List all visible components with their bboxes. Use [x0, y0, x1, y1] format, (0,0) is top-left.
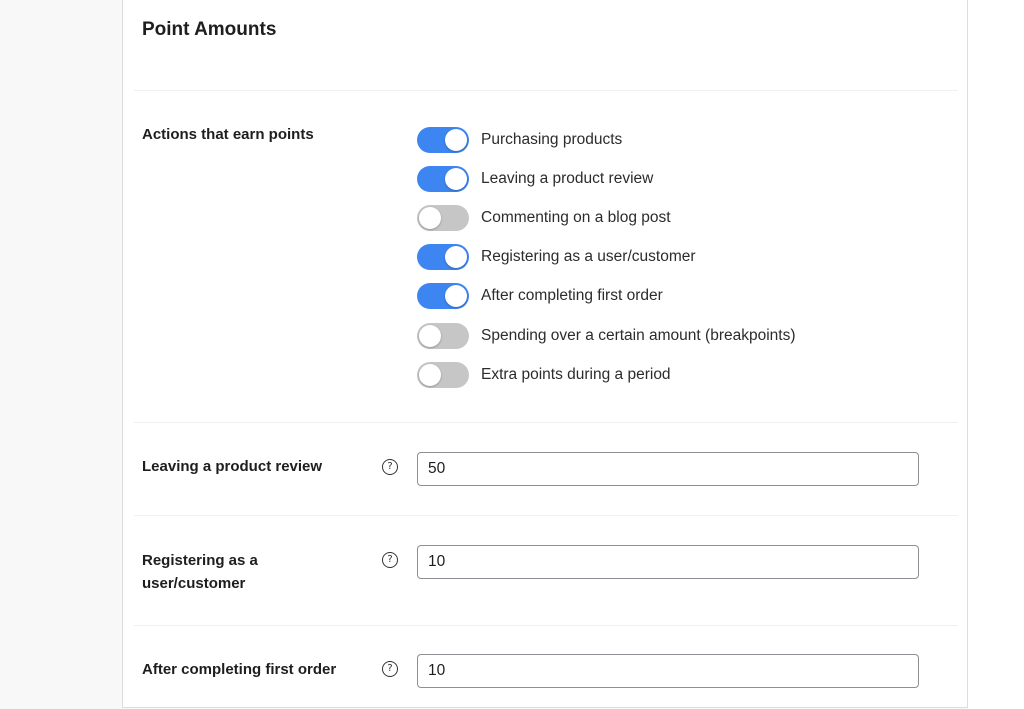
toggle-switch[interactable]	[417, 126, 469, 153]
toggle-item-registering[interactable]: Registering as a user/customer	[417, 238, 796, 277]
toggle-item-product-review[interactable]: Leaving a product review	[417, 159, 796, 198]
help-icon[interactable]: ?	[382, 661, 398, 677]
toggle-knob	[419, 324, 441, 347]
toggle-label: Commenting on a blog post	[481, 208, 671, 226]
toggle-switch[interactable]	[417, 322, 469, 349]
toggle-item-blog-comment[interactable]: Commenting on a blog post	[417, 198, 796, 237]
divider	[134, 515, 958, 516]
toggle-item-extra-period[interactable]: Extra points during a period	[417, 355, 796, 394]
divider	[134, 90, 958, 91]
divider	[134, 422, 958, 423]
settings-panel: Point Amounts Actions that earn points P…	[122, 0, 968, 708]
toggle-knob	[419, 206, 441, 229]
left-sidebar-area	[0, 0, 122, 709]
toggle-label: Extra points during a period	[481, 365, 671, 383]
toggle-label: Spending over a certain amount (breakpoi…	[481, 326, 796, 344]
toggle-switch[interactable]	[417, 283, 469, 310]
actions-toggle-list: Purchasing products Leaving a product re…	[417, 120, 796, 394]
toggle-item-purchasing-products[interactable]: Purchasing products	[417, 120, 796, 159]
registering-points-input[interactable]	[417, 545, 919, 579]
toggle-label: Purchasing products	[481, 130, 623, 148]
divider	[134, 625, 958, 626]
toggle-knob	[445, 285, 467, 308]
actions-label: Actions that earn points	[142, 126, 314, 143]
toggle-knob	[445, 167, 467, 190]
toggle-item-breakpoints[interactable]: Spending over a certain amount (breakpoi…	[417, 316, 796, 355]
help-icon[interactable]: ?	[382, 459, 398, 475]
toggle-knob	[445, 128, 467, 151]
field-label-product-review: Leaving a product review	[142, 458, 323, 475]
toggle-switch[interactable]	[417, 361, 469, 388]
toggle-label: After completing first order	[481, 287, 663, 305]
toggle-label: Registering as a user/customer	[481, 248, 696, 266]
toggle-switch[interactable]	[417, 165, 469, 192]
toggle-knob	[445, 246, 467, 269]
section-title: Point Amounts	[142, 19, 277, 40]
help-icon[interactable]: ?	[382, 552, 398, 568]
toggle-item-first-order[interactable]: After completing first order	[417, 277, 796, 316]
product-review-points-input[interactable]	[417, 452, 919, 486]
toggle-label: Leaving a product review	[481, 169, 654, 187]
first-order-points-input[interactable]	[417, 654, 919, 688]
field-label-first-order: After completing first order	[142, 661, 337, 678]
field-label-registering: Registering as a user/customer	[142, 552, 258, 592]
toggle-switch[interactable]	[417, 244, 469, 271]
toggle-knob	[419, 363, 441, 386]
right-blank-area	[968, 0, 1024, 709]
toggle-switch[interactable]	[417, 204, 469, 231]
